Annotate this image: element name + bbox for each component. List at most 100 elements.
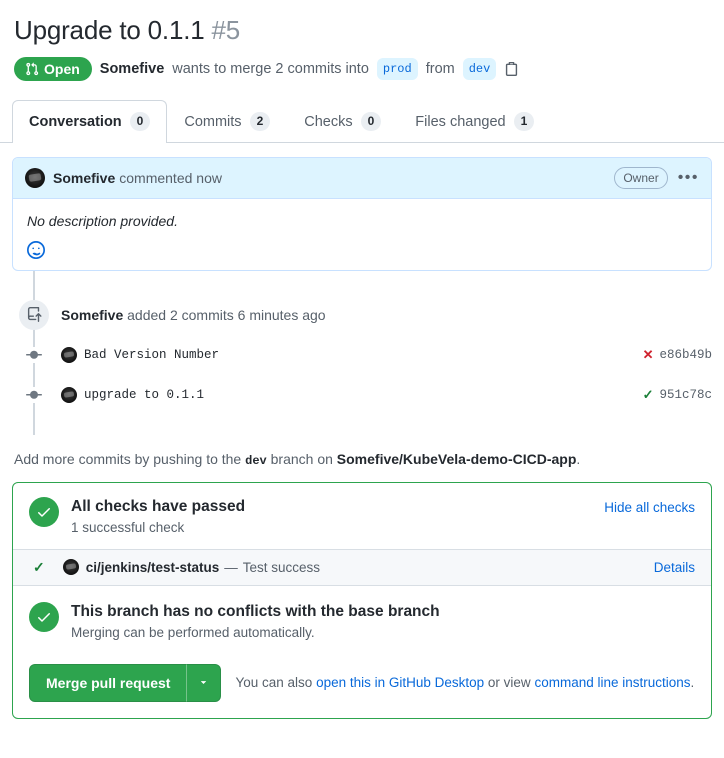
- commit-meta: ✕ e86b49b: [643, 347, 712, 363]
- commit-row[interactable]: upgrade to 0.1.1 ✓ 951c78c: [12, 377, 712, 413]
- base-branch-chip[interactable]: prod: [376, 57, 418, 80]
- comment-header: Somefive commented now Owner •••: [13, 157, 711, 199]
- tab-checks[interactable]: Checks 0: [287, 100, 398, 143]
- merge-box: All checks have passed 1 successful chec…: [12, 481, 712, 719]
- commit-dot-icon: [19, 346, 49, 363]
- check-circle-icon: [29, 601, 59, 632]
- checks-summary-subtitle: 1 successful check: [71, 519, 185, 535]
- checks-toggle: Hide all checks: [604, 497, 695, 515]
- also-middle: or view: [487, 675, 531, 691]
- comment-text: No description provided.: [27, 212, 178, 229]
- check-icon: ✓: [33, 558, 45, 575]
- check-details-link[interactable]: Details: [654, 560, 695, 575]
- status-badge: Open: [14, 56, 92, 81]
- merge-button-group: Merge pull request: [29, 663, 222, 702]
- smiley-icon[interactable]: [27, 240, 45, 263]
- pr-author: Somefive: [99, 60, 165, 77]
- also-prefix: You can also: [235, 675, 313, 691]
- tab-files-changed-count: 1: [513, 112, 535, 131]
- also-suffix: .: [690, 675, 695, 691]
- status-badge-label: Open: [44, 60, 80, 77]
- push-note-prefix: Add more commits by pushing to the: [14, 450, 242, 467]
- git-pull-request-icon: [25, 62, 39, 76]
- checks-summary-text: All checks have passed 1 successful chec…: [71, 497, 245, 535]
- head-branch-chip[interactable]: dev: [462, 57, 497, 80]
- commit-message[interactable]: upgrade to 0.1.1: [84, 388, 204, 402]
- push-note-branch: dev: [245, 453, 267, 468]
- commit-dot-icon: [19, 386, 49, 403]
- merge-description-1: wants to merge 2 commits into: [172, 60, 369, 77]
- push-note-middle: branch on: [270, 450, 333, 467]
- conflicts-summary: This branch has no conflicts with the ba…: [13, 586, 711, 650]
- commit-sha[interactable]: 951c78c: [659, 388, 712, 402]
- copy-icon[interactable]: [504, 61, 519, 76]
- tab-files-changed[interactable]: Files changed 1: [398, 100, 551, 143]
- timeline-event-text: Somefive added 2 commits 6 minutes ago: [61, 307, 326, 323]
- merge-alternatives: You can also open this in GitHub Desktop…: [235, 675, 694, 690]
- avatar: [61, 386, 77, 403]
- github-desktop-link[interactable]: open this in GitHub Desktop: [316, 675, 484, 690]
- commit-row[interactable]: Bad Version Number ✕ e86b49b: [12, 337, 712, 373]
- page-title: Upgrade to 0.1.1 #5: [0, 0, 724, 47]
- avatar: [62, 559, 79, 576]
- tab-conversation-label: Conversation: [29, 113, 122, 130]
- comment-action: commented now: [119, 169, 222, 186]
- hide-all-checks-link[interactable]: Hide all checks: [604, 500, 695, 515]
- conflicts-subtitle: Merging can be performed automatically.: [71, 624, 315, 640]
- avatar: [25, 167, 45, 188]
- commit-content: Bad Version Number ✕ e86b49b: [61, 346, 712, 363]
- commit-message[interactable]: Bad Version Number: [84, 348, 219, 362]
- merge-pull-request-button[interactable]: Merge pull request: [29, 663, 187, 702]
- comment-body: No description provided.: [13, 199, 711, 270]
- conflicts-title: This branch has no conflicts with the ba…: [71, 602, 440, 620]
- timeline-event-author: Somefive: [61, 306, 124, 323]
- merge-description-2: from: [425, 60, 455, 77]
- conflicts-text: This branch has no conflicts with the ba…: [71, 602, 440, 640]
- tab-files-changed-label: Files changed: [415, 113, 506, 130]
- pr-timeline: Somefive added 2 commits 6 minutes ago B…: [12, 270, 712, 435]
- kebab-horizontal-icon[interactable]: •••: [678, 169, 699, 185]
- pr-tabs: Conversation 0 Commits 2 Checks 0 Files …: [0, 99, 724, 143]
- check-name[interactable]: ci/jenkins/test-status: [86, 560, 220, 575]
- command-line-instructions-link[interactable]: command line instructions: [534, 675, 690, 690]
- pr-number: #5: [211, 15, 241, 45]
- commit-sha[interactable]: e86b49b: [659, 348, 712, 362]
- timeline-spacer-bottom: [12, 413, 712, 435]
- x-icon[interactable]: ✕: [643, 347, 654, 363]
- timeline-event-push: Somefive added 2 commits 6 minutes ago: [12, 297, 712, 333]
- tab-checks-label: Checks: [304, 113, 353, 130]
- timeline-event-description: added 2 commits 6 minutes ago: [127, 306, 326, 323]
- check-circle-icon: [29, 496, 59, 527]
- avatar: [61, 346, 77, 363]
- check-icon[interactable]: ✓: [643, 387, 654, 403]
- tab-conversation-count: 0: [129, 112, 151, 131]
- merge-actions: Merge pull request You can also open thi…: [13, 650, 711, 718]
- tab-commits-count: 2: [249, 112, 271, 131]
- check-description: Test success: [242, 559, 321, 575]
- pr-title-text: Upgrade to 0.1.1: [14, 15, 205, 45]
- pr-subhead: Open Somefive wants to merge 2 commits i…: [0, 47, 724, 81]
- comment-card: Somefive commented now Owner ••• No desc…: [12, 156, 712, 271]
- push-note: Add more commits by pushing to the dev b…: [12, 435, 712, 468]
- role-badge: Owner: [614, 166, 668, 189]
- tab-commits-label: Commits: [184, 113, 242, 130]
- pr-content: Somefive commented now Owner ••• No desc…: [0, 156, 724, 719]
- check-separator: —: [224, 559, 238, 575]
- commit-meta: ✓ 951c78c: [643, 387, 712, 403]
- pull-request-page: Upgrade to 0.1.1 #5 Open Somefive wants …: [0, 0, 724, 758]
- comment-thread: Somefive commented now Owner ••• No desc…: [12, 156, 712, 271]
- checks-summary-title: All checks have passed: [71, 497, 246, 515]
- commit-content: upgrade to 0.1.1 ✓ 951c78c: [61, 386, 712, 403]
- comment-header-actions: Owner •••: [614, 166, 699, 189]
- checks-summary: All checks have passed 1 successful chec…: [13, 483, 711, 549]
- comment-author: Somefive: [53, 169, 116, 186]
- timeline-spacer: [12, 271, 712, 297]
- check-row: ✓ ci/jenkins/test-status — Test success …: [13, 548, 711, 586]
- tab-commits[interactable]: Commits 2: [167, 100, 287, 143]
- repo-push-icon: [19, 299, 49, 330]
- push-note-suffix: .: [576, 450, 581, 467]
- tab-conversation[interactable]: Conversation 0: [12, 99, 168, 143]
- tab-checks-count: 0: [360, 112, 382, 131]
- push-note-repo: Somefive/KubeVela-demo-CICD-app: [336, 450, 577, 467]
- triangle-down-icon[interactable]: [186, 663, 222, 702]
